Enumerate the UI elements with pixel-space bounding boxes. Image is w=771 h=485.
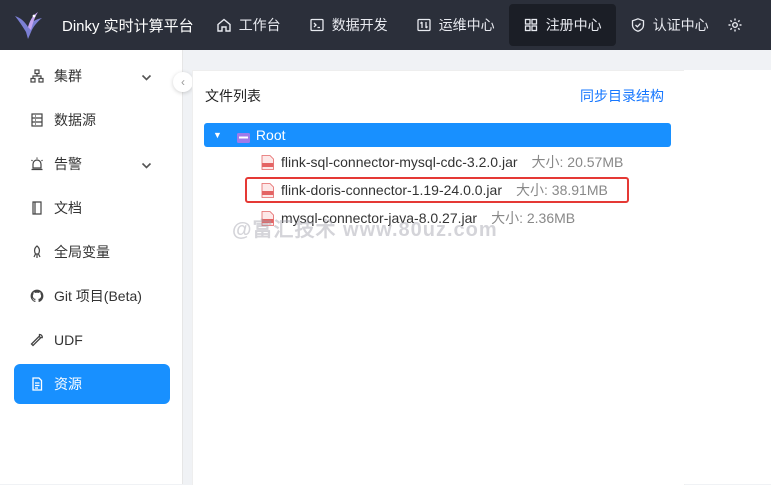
shield-icon <box>630 17 646 33</box>
nav-item-ops[interactable]: 运维中心 <box>402 4 509 46</box>
chevron-down-icon <box>141 70 152 86</box>
sidebar-item-global-vars[interactable]: 全局变量 <box>14 232 170 272</box>
nav-label: 数据开发 <box>331 17 388 33</box>
ops-icon <box>416 17 432 33</box>
sidebar-item-label: 告警 <box>54 156 82 172</box>
highlight-box <box>245 177 629 203</box>
grid-icon <box>523 17 539 33</box>
sidebar-item-label: 集群 <box>54 68 82 84</box>
file-size: 大小: 20.57MB <box>531 154 624 170</box>
cluster-icon <box>30 69 44 83</box>
sidebar-item-datasource[interactable]: 数据源 <box>14 100 170 140</box>
file-name: flink-sql-connector-mysql-cdc-3.2.0.jar <box>281 154 518 170</box>
nav-item-registry[interactable]: 注册中心 <box>508 4 616 46</box>
nav-label: 运维中心 <box>438 17 495 33</box>
sidebar-item-label: 文档 <box>54 200 82 216</box>
sidebar-item-cluster[interactable]: 集群 <box>14 56 170 96</box>
sidebar-collapse-button[interactable]: ‹ <box>173 72 193 92</box>
variable-icon <box>30 245 44 259</box>
file-size: 大小: 2.36MB <box>491 210 576 226</box>
home-icon <box>216 17 232 33</box>
nav-label: 认证中心 <box>652 17 709 33</box>
nav-item-auth[interactable]: 认证中心 <box>616 4 723 46</box>
main-nav: 工作台 数据开发 运维中心 注册中心 认证中心 <box>202 0 743 50</box>
sidebar-item-alarm[interactable]: 告警 <box>14 144 170 184</box>
panel-title: 文件列表 <box>205 88 261 104</box>
database-icon <box>30 113 44 127</box>
terminal-icon <box>309 17 325 33</box>
tree-root-node[interactable]: ▼ Root <box>204 123 671 147</box>
detail-area <box>684 70 771 484</box>
dinky-logo[interactable] <box>0 0 56 50</box>
tool-icon <box>30 333 44 347</box>
file-list-panel: 文件列表 同步目录结构 ▼ Root flink-sql-connector-m… <box>192 70 685 485</box>
sync-directory-link[interactable]: 同步目录结构 <box>580 86 664 106</box>
nav-label: 工作台 <box>238 17 281 33</box>
sidebar: 集群 数据源 告警 文档 全局变量 Git 项目(Beta) UDF 资源 <box>0 50 183 484</box>
sidebar-item-document[interactable]: 文档 <box>14 188 170 228</box>
nav-item-workbench[interactable]: 工作台 <box>202 4 295 46</box>
chevron-left-icon: ‹ <box>181 75 185 89</box>
jar-file-icon <box>261 154 274 170</box>
caret-down-icon[interactable]: ▼ <box>213 130 222 140</box>
tree-root-label: Root <box>255 127 286 143</box>
sidebar-item-label: Git 项目(Beta) <box>54 288 142 304</box>
sidebar-item-git-project[interactable]: Git 项目(Beta) <box>14 276 170 316</box>
brand-title: Dinky 实时计算平台 <box>62 17 194 35</box>
alarm-icon <box>30 157 44 171</box>
watermark-text: @富汇技术 www.80uz.com <box>232 219 498 241</box>
sidebar-item-udf[interactable]: UDF <box>14 320 170 360</box>
file-row[interactable]: flink-sql-connector-mysql-cdc-3.2.0.jar … <box>261 151 623 173</box>
document-icon <box>30 201 44 215</box>
nav-label: 注册中心 <box>545 17 602 33</box>
sidebar-item-label: UDF <box>54 332 83 348</box>
nav-item-data-dev[interactable]: 数据开发 <box>295 4 402 46</box>
sidebar-item-label: 资源 <box>54 376 82 392</box>
top-navbar: Dinky 实时计算平台 工作台 数据开发 运维中心 注册中心 认证中心 <box>0 0 771 50</box>
sidebar-item-resource[interactable]: 资源 <box>14 364 170 404</box>
github-icon <box>30 289 44 303</box>
chevron-down-icon <box>141 158 152 174</box>
sidebar-item-label: 数据源 <box>54 112 96 128</box>
resource-icon <box>30 377 44 391</box>
settings-gear-icon[interactable] <box>727 17 743 33</box>
folder-icon <box>236 130 250 143</box>
sidebar-item-label: 全局变量 <box>54 244 110 260</box>
